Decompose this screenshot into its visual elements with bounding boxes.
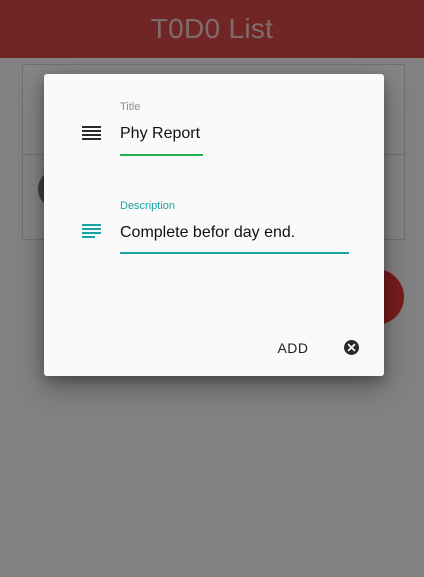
description-input-underline [120,252,349,254]
close-circle-icon [344,340,359,355]
close-button[interactable] [343,339,360,356]
add-todo-dialog: Title Phy Report Description Complete be… [44,74,384,376]
title-input[interactable]: Phy Report [120,125,200,143]
add-button[interactable]: ADD [270,336,316,360]
notes-icon [82,224,102,240]
title-field-label: Title [120,101,141,113]
title-input-underline [120,154,203,156]
description-input[interactable]: Complete befor day end. [120,224,295,242]
subject-icon [82,126,102,142]
description-field-label: Description [120,200,176,212]
